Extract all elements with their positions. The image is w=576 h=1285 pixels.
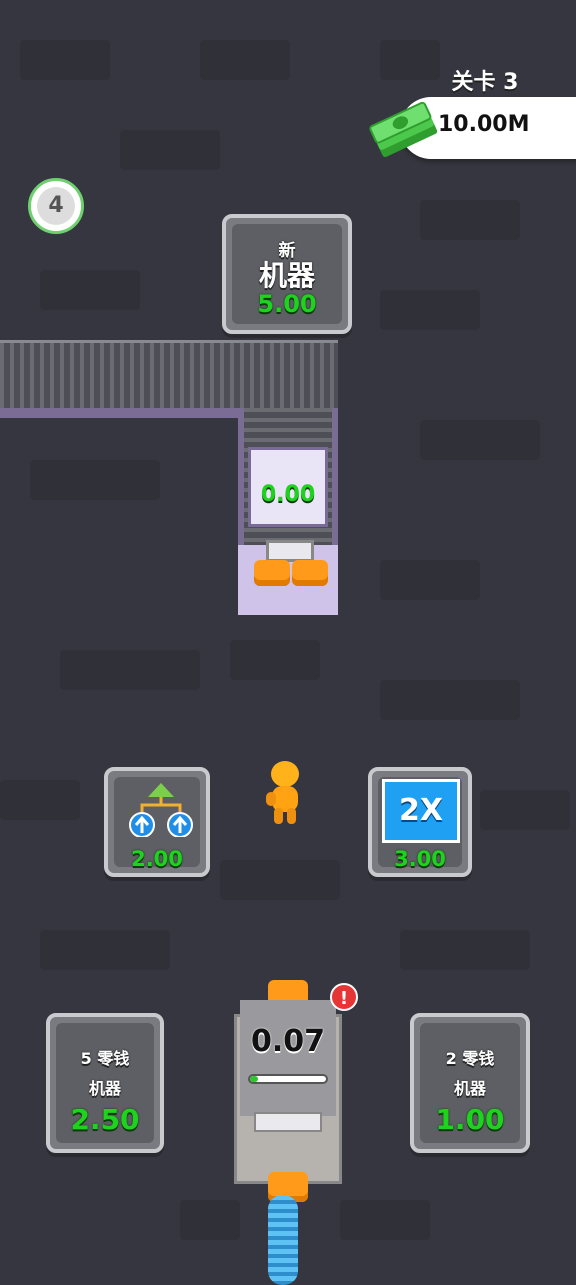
coin-slot bbox=[266, 540, 314, 562]
supply-pipe bbox=[268, 1195, 298, 1285]
pad-label-line2: 机器 bbox=[453, 1079, 486, 1098]
level-label: 关卡 3 bbox=[451, 70, 519, 95]
upgrade-pad[interactable]: 2.00 bbox=[104, 767, 210, 877]
pad-label-line1: 2 零钱 bbox=[445, 1049, 495, 1068]
pad-price: 5.00 bbox=[257, 290, 317, 318]
pad-price: 1.00 bbox=[435, 1103, 505, 1136]
new-machine-pad[interactable]: 新 机器 5.00 bbox=[222, 214, 352, 334]
orange-barrel-right bbox=[292, 560, 328, 586]
double-income-label: 2X bbox=[382, 779, 460, 843]
pad-price: 3.00 bbox=[394, 847, 446, 871]
change-machine-2-pad[interactable]: 2 零钱 机器 1.00 bbox=[410, 1013, 530, 1153]
player-character bbox=[266, 761, 299, 824]
change-machine-tray bbox=[254, 1112, 322, 1132]
alert-icon[interactable]: ! bbox=[330, 983, 358, 1011]
pad-price: 2.00 bbox=[131, 847, 183, 871]
level-badge[interactable]: 4 bbox=[28, 178, 84, 234]
level-number: 4 bbox=[37, 187, 75, 225]
progress-fill bbox=[250, 1076, 258, 1082]
double-income-pad[interactable]: 2X 3.00 bbox=[368, 767, 472, 877]
change-machine-value: 0.07 bbox=[250, 1024, 326, 1059]
change-machine[interactable]: 0.07 bbox=[234, 1000, 342, 1185]
change-machine-progress bbox=[248, 1074, 328, 1084]
upgrade-arrows-icon bbox=[129, 783, 193, 837]
press-value: 0.00 bbox=[260, 482, 316, 507]
pad-label-line1: 5 零钱 bbox=[80, 1049, 130, 1068]
press-machine: 0.00 bbox=[248, 447, 328, 527]
pad-label-line2: 机器 bbox=[88, 1079, 121, 1098]
pad-price: 2.50 bbox=[70, 1103, 140, 1136]
money-amount: 10.00M bbox=[438, 112, 530, 137]
orange-barrel-left bbox=[254, 560, 290, 586]
change-machine-5-pad[interactable]: 5 零钱 机器 2.50 bbox=[46, 1013, 164, 1153]
conveyor-belt-horizontal bbox=[0, 340, 338, 418]
pad-label-line2: 机器 bbox=[258, 259, 315, 292]
cash-stack-icon bbox=[369, 101, 438, 158]
